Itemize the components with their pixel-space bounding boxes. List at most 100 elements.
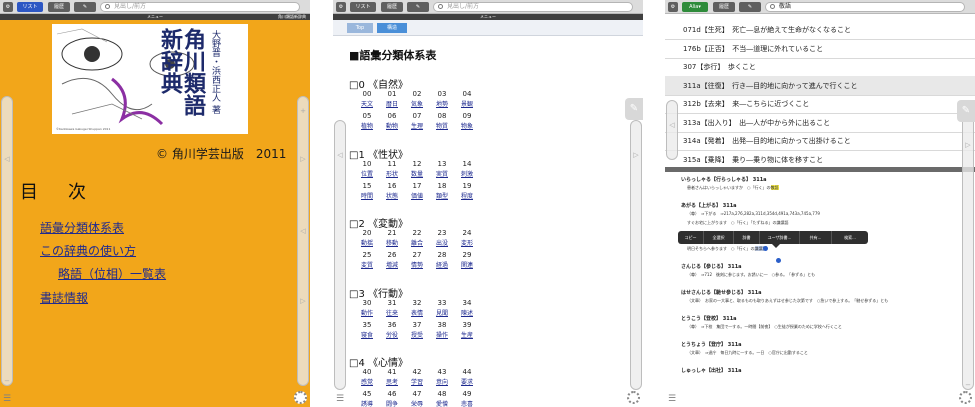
category-link[interactable]: 動揺 (355, 238, 379, 247)
pen-tab-icon[interactable]: ✎ (957, 100, 975, 122)
ctx-search[interactable]: 検索... (832, 231, 868, 244)
category-link[interactable]: 労役 (380, 330, 404, 339)
category-cell[interactable]: 28 経過 (430, 251, 454, 269)
category-link[interactable]: 操作 (430, 330, 454, 339)
category-link[interactable]: 時間 (355, 191, 379, 200)
category-link[interactable]: 移動 (380, 238, 404, 247)
category-cell[interactable]: 34 陳述 (455, 299, 479, 317)
pen-tab-icon[interactable]: ✎ (625, 98, 643, 120)
pane-divider[interactable] (665, 167, 975, 172)
category-cell[interactable]: 30 動作 (355, 299, 379, 317)
category-link[interactable]: 離合 (405, 238, 429, 247)
category-link[interactable]: 形状 (380, 169, 404, 178)
category-link[interactable]: 物質 (430, 121, 454, 130)
crumb-top[interactable]: Top (347, 23, 373, 33)
history-button[interactable]: 履歴 (381, 2, 403, 12)
category-cell[interactable]: 23 出没 (430, 229, 454, 247)
menu-icon[interactable]: ☰ (668, 394, 680, 404)
category-cell[interactable]: 19 程度 (455, 182, 479, 200)
pen-icon[interactable]: ✎ (407, 2, 429, 12)
crumb-current[interactable]: 構造 (377, 23, 407, 33)
toc-link-bibliography[interactable]: 書誌情報 (40, 289, 88, 306)
category-link[interactable]: 意向 (430, 377, 454, 386)
category-link[interactable]: 変質 (355, 260, 379, 269)
category-link[interactable]: 愛憎 (430, 399, 454, 407)
category-cell[interactable]: 33 見聞 (430, 299, 454, 317)
category-cell[interactable]: 00 天文 (355, 90, 379, 108)
category-link[interactable]: 陳述 (455, 308, 479, 317)
category-cell[interactable]: 45 誘導 (355, 390, 379, 407)
category-link[interactable]: 物象 (455, 121, 479, 130)
history-button[interactable]: 履歴 (713, 2, 735, 12)
search-input[interactable]: 敬語 (765, 2, 965, 12)
category-link[interactable]: 数量 (405, 169, 429, 178)
result-row[interactable]: 307【歩行】 歩くこと (665, 57, 975, 77)
category-cell[interactable]: 22 離合 (405, 229, 429, 247)
category-link[interactable]: 天文 (355, 99, 379, 108)
category-link[interactable]: 思考 (380, 377, 404, 386)
category-link[interactable]: 要求 (455, 377, 479, 386)
pen-icon[interactable]: ✎ (74, 2, 96, 12)
left-page-handle[interactable]: ◁ (334, 120, 346, 390)
category-link[interactable]: 往来 (380, 308, 404, 317)
category-link[interactable]: 寝食 (355, 330, 379, 339)
menu-icon[interactable]: ☰ (336, 394, 348, 404)
category-cell[interactable]: 17 価値 (405, 182, 429, 200)
category-link[interactable]: 闘争 (380, 399, 404, 407)
category-cell[interactable]: 44 要求 (455, 368, 479, 386)
category-link[interactable]: 動物 (380, 121, 404, 130)
alias-button[interactable]: Alia▾ (682, 2, 708, 12)
category-link[interactable]: 実質 (430, 169, 454, 178)
category-link[interactable]: 程度 (455, 191, 479, 200)
category-cell[interactable]: 02 気象 (405, 90, 429, 108)
category-cell[interactable]: 09 物象 (455, 112, 479, 130)
category-link[interactable]: 植物 (355, 121, 379, 130)
right-page-handle[interactable]: + ▷ − (962, 100, 974, 390)
ctx-share[interactable]: 共有... (800, 231, 832, 244)
category-link[interactable]: 情勢 (405, 260, 429, 269)
ctx-copy[interactable]: コピー (678, 231, 704, 244)
category-link[interactable]: 位置 (355, 169, 379, 178)
settings-icon[interactable] (959, 391, 972, 404)
category-link[interactable]: 学習 (405, 377, 429, 386)
toc-link-usage[interactable]: この辞典の使い方 (40, 242, 136, 259)
toc-link-classification[interactable]: 語彙分類体系表 (40, 219, 124, 236)
gear-icon[interactable]: ⚙ (336, 2, 346, 12)
category-link[interactable]: 見聞 (430, 308, 454, 317)
gear-icon[interactable]: ⚙ (3, 2, 13, 12)
category-cell[interactable]: 01 暦日 (380, 90, 404, 108)
result-row[interactable]: 071d【生死】 死亡―息が絶えて生命がなくなること (665, 20, 975, 40)
category-cell[interactable]: 29 関連 (455, 251, 479, 269)
category-link[interactable]: 関連 (455, 260, 479, 269)
category-link[interactable]: 暦日 (380, 99, 404, 108)
selection-start-handle[interactable] (763, 246, 768, 251)
category-cell[interactable]: 06 動物 (380, 112, 404, 130)
category-cell[interactable]: 25 変質 (355, 251, 379, 269)
category-cell[interactable]: 38 操作 (430, 321, 454, 339)
category-link[interactable]: 景観 (455, 99, 479, 108)
category-cell[interactable]: 41 思考 (380, 368, 404, 386)
category-cell[interactable]: 49 悲喜 (455, 390, 479, 407)
category-cell[interactable]: 46 闘争 (380, 390, 404, 407)
category-cell[interactable]: 47 栄辱 (405, 390, 429, 407)
category-cell[interactable]: 26 増減 (380, 251, 404, 269)
category-cell[interactable]: 13 実質 (430, 160, 454, 178)
category-link[interactable]: 経過 (430, 260, 454, 269)
category-link[interactable]: 気象 (405, 99, 429, 108)
highlighted-term[interactable]: 敬語 (770, 185, 779, 190)
category-cell[interactable]: 07 生理 (405, 112, 429, 130)
category-cell[interactable]: 24 変形 (455, 229, 479, 247)
category-cell[interactable]: 36 労役 (380, 321, 404, 339)
result-row[interactable]: 313a【出入り】 出―人が中から外に出ること (665, 113, 975, 133)
category-link[interactable]: 感覚 (355, 377, 379, 386)
toc-link-abbreviations[interactable]: 略語（位相）一覧表 (58, 265, 166, 282)
search-input[interactable]: 見出し/前方 (433, 2, 633, 12)
category-link[interactable]: 増減 (380, 260, 404, 269)
settings-icon[interactable] (627, 391, 640, 404)
category-link[interactable]: 刺激 (455, 169, 479, 178)
selection-end-handle[interactable] (776, 258, 781, 263)
category-cell[interactable]: 27 情勢 (405, 251, 429, 269)
category-cell[interactable]: 42 学習 (405, 368, 429, 386)
left-page-handle[interactable]: ◁ − (1, 96, 13, 386)
category-cell[interactable]: 15 時間 (355, 182, 379, 200)
